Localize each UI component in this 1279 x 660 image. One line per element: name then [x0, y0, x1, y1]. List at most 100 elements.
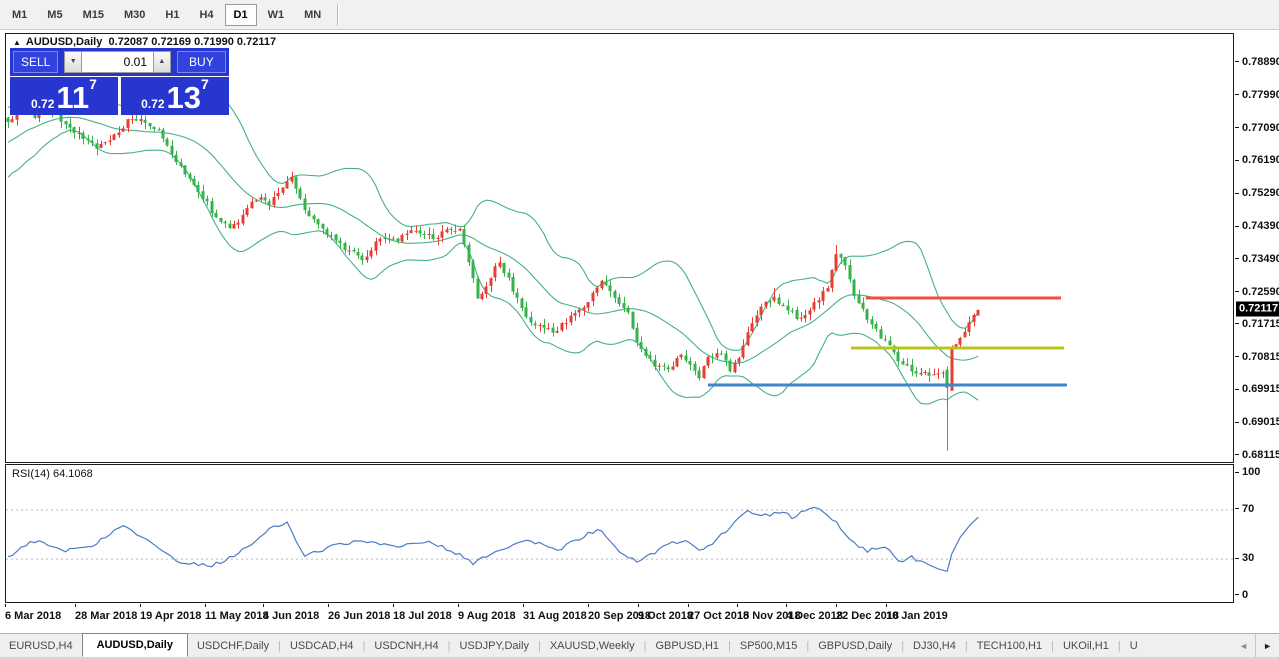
tab-eurusd-h4[interactable]: EURUSD,H4 — [0, 636, 82, 656]
one-click-trade-panel: SELL ▼ ▲ BUY 0.72 11 7 0.72 13 7 — [10, 48, 229, 115]
date-axis-tick — [263, 604, 264, 607]
date-axis-tick — [75, 604, 76, 607]
price-axis-label: 0.72590 — [1242, 285, 1279, 298]
rsi-axis-label: 70 — [1242, 502, 1255, 515]
rsi-axis-tick — [1235, 594, 1239, 595]
timeframe-button-m5[interactable]: M5 — [38, 4, 71, 26]
price-axis-tick — [1235, 454, 1239, 455]
date-axis-label: 26 Jun 2018 — [328, 610, 391, 622]
tab-audusd-daily[interactable]: AUDUSD,Daily — [81, 633, 188, 657]
rsi-axis-label: 30 — [1242, 552, 1255, 565]
date-axis-tick — [328, 604, 329, 607]
tab-scroll-arrows: ◄ ► — [1232, 634, 1279, 657]
chart-ohlc-values: 0.72087 0.72169 0.71990 0.72117 — [108, 36, 277, 48]
trade-panel-toprow: SELL ▼ ▲ BUY — [10, 48, 229, 76]
timeframe-button-d1[interactable]: D1 — [224, 3, 257, 26]
price-axis-label: 0.73490 — [1242, 252, 1279, 265]
price-axis-label: 0.69015 — [1242, 416, 1279, 429]
toolbar-separator — [337, 3, 340, 26]
date-axis[interactable]: 6 Mar 2018 28 Mar 2018 19 Apr 2018 11 May 2… — [5, 604, 1234, 630]
timeframe-button-h1[interactable]: H1 — [156, 4, 188, 26]
lot-size-input[interactable] — [82, 51, 154, 73]
price-axis-label: 0.74390 — [1242, 220, 1279, 233]
tab-usdcnh-h4[interactable]: USDCNH,H4 — [365, 636, 447, 656]
sell-price-prefix: 0.72 — [31, 97, 55, 111]
tab-dj30-h4[interactable]: DJ30,H4 — [904, 636, 965, 656]
rsi-axis-label: 100 — [1242, 466, 1261, 479]
date-axis-tick — [205, 604, 206, 607]
tab-tech100-h1[interactable]: TECH100,H1 — [968, 636, 1051, 656]
price-axis-tick — [1235, 291, 1239, 292]
timeframe-button-m15[interactable]: M15 — [74, 4, 113, 26]
chart-title: ▲ AUDUSD,Daily 0.72087 0.72169 0.71990 0.… — [13, 36, 276, 48]
date-axis-tick — [393, 604, 394, 607]
chart-shift-icon: ▲ — [13, 38, 21, 47]
date-axis-label: 18 Jul 2018 — [393, 610, 452, 622]
price-axis-label: 0.70815 — [1242, 350, 1279, 363]
sell-price-pip: 7 — [89, 76, 97, 92]
price-axis-label: 0.71715 — [1242, 317, 1279, 330]
rsi-indicator-pane[interactable] — [5, 464, 1234, 603]
tab-sp500-m15[interactable]: SP500,M15 — [731, 636, 806, 656]
price-axis-tick — [1235, 193, 1239, 194]
tab-usdchf-daily[interactable]: USDCHF,Daily — [188, 636, 278, 656]
price-axis-tick — [1235, 323, 1239, 324]
price-axis-label: 0.75290 — [1242, 187, 1279, 200]
date-axis-tick — [458, 604, 459, 607]
buy-price-pip: 7 — [201, 76, 209, 92]
rsi-canvas[interactable] — [6, 465, 1233, 602]
price-axis-tick — [1235, 61, 1239, 62]
chart-symbol-label: AUDUSD,Daily — [25, 36, 103, 48]
date-axis-tick — [523, 604, 524, 607]
date-axis-label: 9 Aug 2018 — [458, 610, 516, 622]
date-axis-tick — [688, 604, 689, 607]
buy-price-main: 13 — [166, 80, 202, 115]
tab-usdjpy-daily[interactable]: USDJPY,Daily — [450, 636, 538, 656]
price-axis-tick — [1235, 226, 1239, 227]
sell-price-main: 11 — [56, 80, 90, 115]
tab-usdcad-h4[interactable]: USDCAD,H4 — [281, 636, 363, 656]
tab-u[interactable]: U — [1121, 636, 1147, 656]
tab-ukoil-h1[interactable]: UKOil,H1 — [1054, 636, 1118, 656]
date-axis-label: 19 Apr 2018 — [140, 610, 202, 622]
lot-decrease-button[interactable]: ▼ — [64, 51, 83, 73]
date-axis-tick — [638, 604, 639, 607]
sell-button[interactable]: SELL — [13, 51, 59, 73]
price-axis-tick — [1235, 94, 1239, 95]
date-axis-tick — [5, 604, 6, 607]
timeframe-button-w1[interactable]: W1 — [259, 4, 294, 26]
date-axis-label: 28 Mar 2018 — [75, 610, 138, 622]
price-axis-label: 0.68115 — [1242, 448, 1279, 461]
date-axis-label: 10 Jan 2019 — [886, 610, 948, 622]
sell-price-quote[interactable]: 0.72 11 7 — [10, 77, 118, 115]
tab-scroll-left-icon[interactable]: ◄ — [1232, 634, 1257, 657]
timeframe-button-m30[interactable]: M30 — [115, 4, 154, 26]
buy-price-quote[interactable]: 0.72 13 7 — [121, 77, 229, 115]
price-axis-label: 0.78890 — [1242, 55, 1279, 68]
rsi-axis-tick — [1235, 472, 1239, 473]
date-axis-tick — [786, 604, 787, 607]
date-axis-tick — [886, 604, 887, 607]
date-axis-label: 11 May 2018 — [205, 610, 269, 622]
date-axis-label: 31 Aug 2018 — [523, 610, 587, 622]
tab-gbpusd-h1[interactable]: GBPUSD,H1 — [646, 636, 728, 656]
price-axis-label: 0.77090 — [1242, 121, 1279, 134]
price-axis-tick — [1235, 127, 1239, 128]
timeframe-button-h4[interactable]: H4 — [190, 4, 222, 26]
buy-button[interactable]: BUY — [176, 51, 226, 73]
lot-increase-button[interactable]: ▲ — [153, 51, 171, 73]
date-axis-tick — [737, 604, 738, 607]
current-price-badge: 0.72117 — [1236, 301, 1279, 317]
price-axis-label: 0.76190 — [1242, 154, 1279, 167]
price-axis-tick — [1235, 389, 1239, 390]
price-axis-tick — [1235, 422, 1239, 423]
tab-xauusd-weekly[interactable]: XAUUSD,Weekly — [541, 636, 644, 656]
timeframe-button-m1[interactable]: M1 — [3, 4, 36, 26]
rsi-axis-tick — [1235, 508, 1239, 509]
tab-scroll-right-icon[interactable]: ► — [1256, 634, 1279, 657]
tab-gbpusd-daily[interactable]: GBPUSD,Daily — [809, 636, 901, 656]
timeframe-button-mn[interactable]: MN — [295, 4, 330, 26]
rsi-axis-tick — [1235, 558, 1239, 559]
price-axis[interactable]: 0.72117 0.78890 0.77990 0.77090 0.76190 0.75… — [1235, 33, 1279, 603]
date-axis-label: 6 Mar 2018 — [5, 610, 62, 622]
